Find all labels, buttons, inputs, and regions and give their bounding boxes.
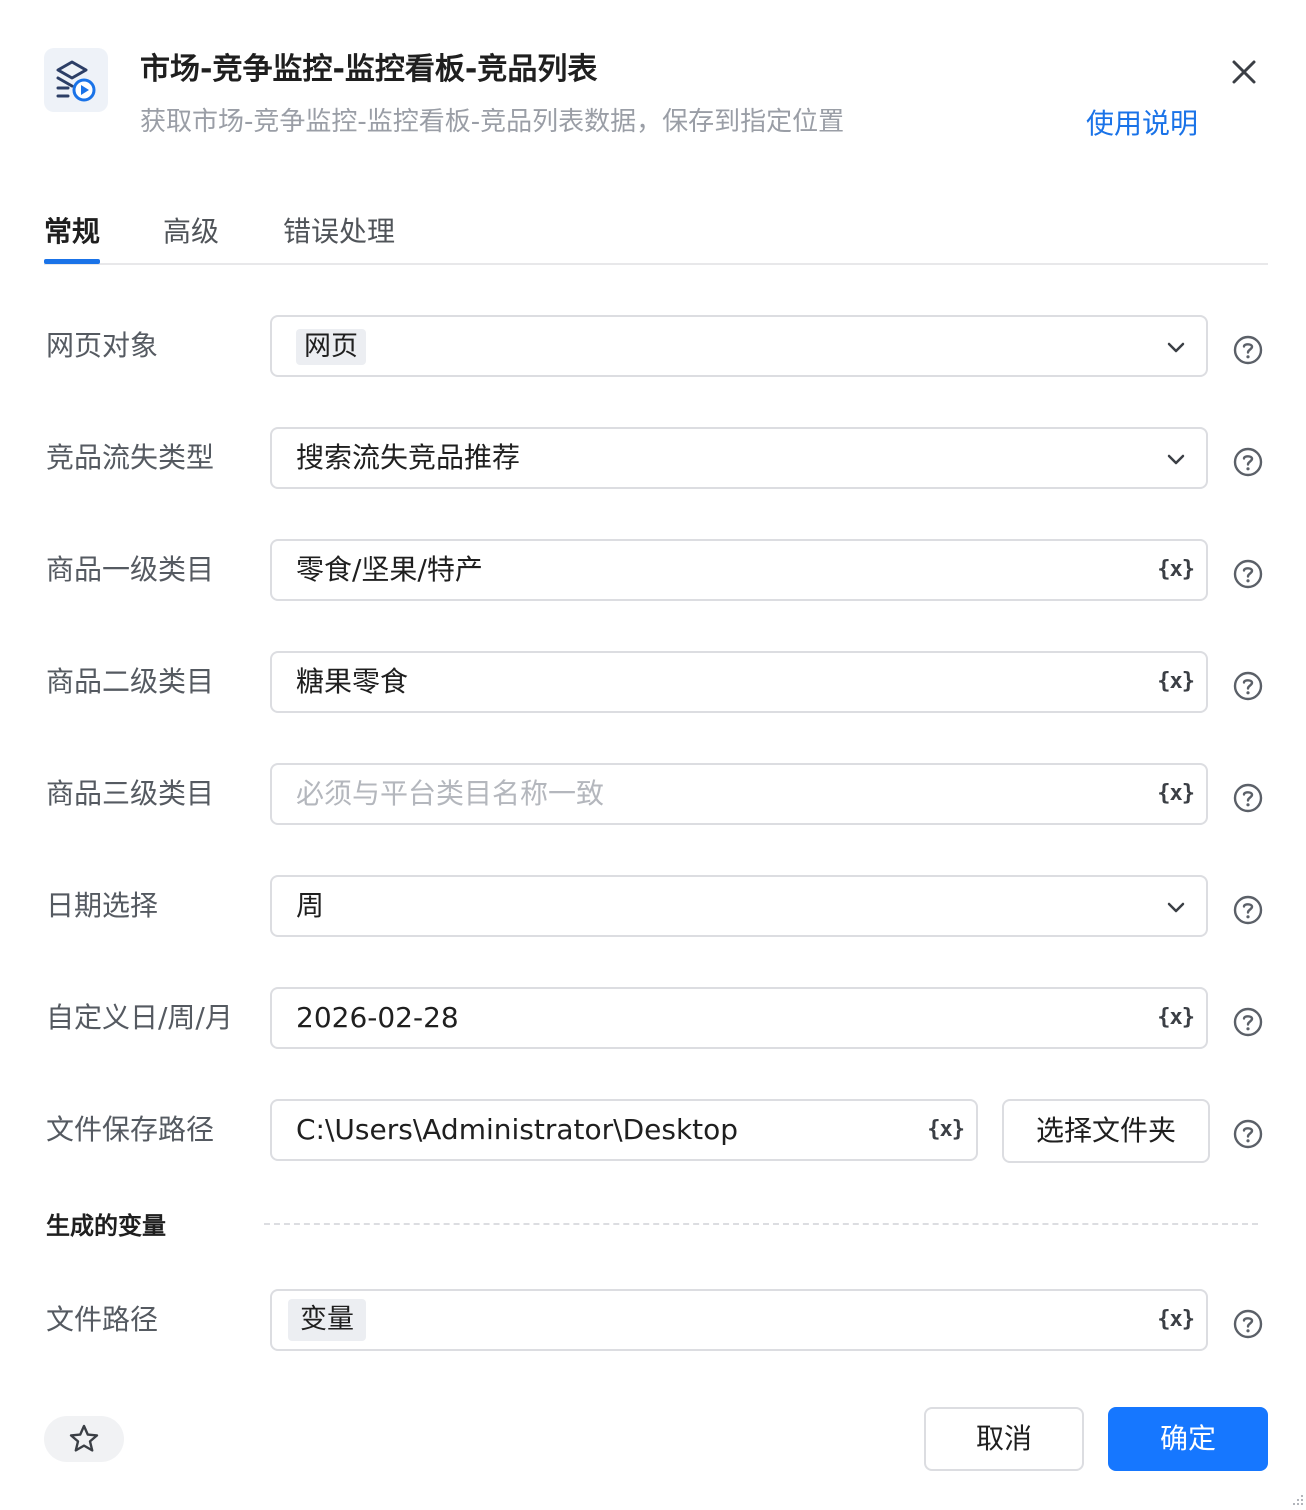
category-l2-label: 商品二级类目 (46, 665, 215, 698)
category-l3-label: 商品三级类目 (46, 777, 215, 810)
loss-type-value: 搜索流失竞品推荐 (296, 441, 521, 474)
category-l3-input[interactable]: 必须与平台类目名称一致 {x} (270, 763, 1208, 825)
custom-date-value: 2026-02-28 (296, 1001, 459, 1034)
file-path-variable-input[interactable]: 变量 {x} (270, 1289, 1208, 1351)
help-icon[interactable] (1232, 1006, 1264, 1038)
date-select-label: 日期选择 (46, 889, 159, 922)
loss-type-label: 竞品流失类型 (46, 441, 215, 474)
browser-automation-icon (56, 60, 96, 102)
category-l1-label: 商品一级类目 (46, 553, 215, 586)
generated-variables-title: 生成的变量 (46, 1212, 166, 1240)
app-icon (44, 48, 108, 112)
chevron-down-icon (1167, 902, 1185, 913)
active-tab-indicator (44, 259, 100, 264)
custom-date-label: 自定义日/周/月 (46, 1001, 233, 1034)
help-icon[interactable] (1232, 782, 1264, 814)
loss-type-select[interactable]: 搜索流失竞品推荐 (270, 427, 1208, 489)
help-icon[interactable] (1232, 446, 1264, 478)
close-button[interactable] (1222, 50, 1266, 94)
tabs-divider (44, 263, 1268, 265)
variable-button[interactable]: {x} (1157, 1305, 1195, 1335)
favorite-button[interactable] (44, 1416, 124, 1462)
confirm-button[interactable]: 确定 (1108, 1407, 1268, 1471)
help-icon[interactable] (1232, 558, 1264, 590)
web-object-label: 网页对象 (46, 329, 159, 362)
category-l1-input[interactable]: 零食/坚果/特产 {x} (270, 539, 1208, 601)
chevron-down-icon (1167, 342, 1185, 353)
cancel-button[interactable]: 取消 (924, 1407, 1084, 1471)
section-divider (264, 1223, 1258, 1225)
variable-button[interactable]: {x} (1157, 1003, 1195, 1033)
variable-button[interactable]: {x} (1157, 555, 1195, 585)
custom-date-input[interactable]: 2026-02-28 {x} (270, 987, 1208, 1049)
web-object-chip: 网页 (296, 329, 366, 365)
dialog-title: 市场-竞争监控-监控看板-竞品列表 (140, 52, 598, 87)
close-icon (1232, 60, 1256, 84)
category-l1-value: 零食/坚果/特产 (296, 553, 483, 586)
date-select[interactable]: 周 (270, 875, 1208, 937)
dialog-subtitle: 获取市场-竞争监控-监控看板-竞品列表数据，保存到指定位置 (140, 107, 845, 137)
help-icon[interactable] (1232, 894, 1264, 926)
help-icon[interactable] (1232, 1118, 1264, 1150)
variable-button[interactable]: {x} (1157, 667, 1195, 697)
category-l2-input[interactable]: 糖果零食 {x} (270, 651, 1208, 713)
star-icon (69, 1424, 99, 1452)
resize-grip-icon[interactable] (1288, 1492, 1304, 1508)
web-object-select[interactable]: 网页 (270, 315, 1208, 377)
date-select-value: 周 (296, 889, 325, 922)
help-icon[interactable] (1232, 670, 1264, 702)
variable-chip[interactable]: 变量 (288, 1299, 366, 1341)
save-path-label: 文件保存路径 (46, 1113, 215, 1146)
save-path-input[interactable]: C:\Users\Administrator\Desktop {x} (270, 1099, 978, 1161)
help-icon[interactable] (1232, 1308, 1264, 1340)
tab-error-handling[interactable]: 错误处理 (283, 210, 395, 254)
select-folder-button[interactable]: 选择文件夹 (1002, 1099, 1210, 1163)
help-icon[interactable] (1232, 334, 1264, 366)
save-path-value: C:\Users\Administrator\Desktop (296, 1113, 739, 1146)
file-path-label: 文件路径 (46, 1303, 159, 1336)
help-link[interactable]: 使用说明 (1086, 104, 1198, 144)
category-l3-placeholder: 必须与平台类目名称一致 (296, 777, 605, 810)
variable-button[interactable]: {x} (1157, 779, 1195, 809)
tab-advanced[interactable]: 高级 (163, 210, 219, 254)
tab-general[interactable]: 常规 (44, 210, 100, 254)
variable-button[interactable]: {x} (927, 1115, 965, 1145)
category-l2-value: 糖果零食 (296, 665, 409, 698)
chevron-down-icon (1167, 454, 1185, 465)
